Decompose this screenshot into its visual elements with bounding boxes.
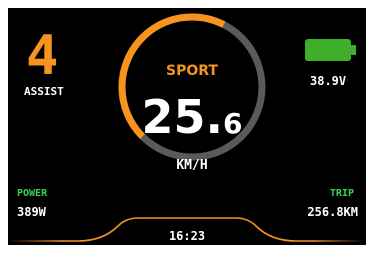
power-label: POWER bbox=[17, 188, 48, 199]
speed-readout: 25.6 bbox=[115, 92, 269, 149]
ride-mode: SPORT bbox=[166, 63, 218, 79]
battery-icon bbox=[305, 39, 356, 61]
dashboard-screen: 4 ASSIST 38.9V SPORT 25.6 KM/H POWER 389… bbox=[8, 8, 366, 245]
battery-fill bbox=[305, 39, 351, 61]
clock-time: 16:23 bbox=[168, 229, 206, 243]
assist-level-value: 4 bbox=[26, 24, 59, 87]
speed-decimal-point: . bbox=[205, 90, 223, 144]
trip-label: TRIP bbox=[329, 188, 354, 199]
battery-terminal bbox=[351, 45, 356, 55]
speed-unit: KM/H bbox=[176, 158, 208, 173]
speed-decimal: 6 bbox=[223, 107, 243, 140]
battery-voltage: 38.9V bbox=[310, 74, 347, 88]
assist-label: ASSIST bbox=[24, 85, 64, 98]
speed-integer: 25 bbox=[141, 90, 206, 144]
